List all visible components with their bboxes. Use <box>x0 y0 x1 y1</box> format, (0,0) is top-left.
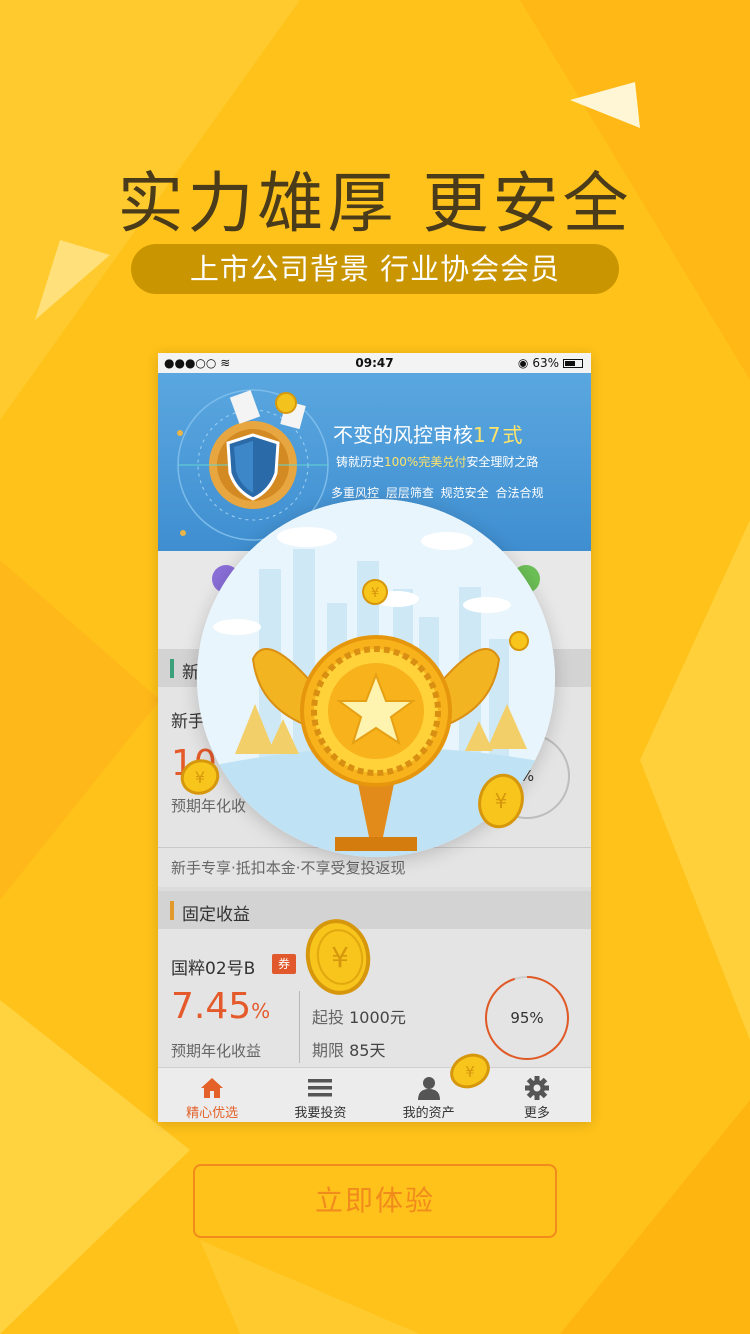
term: 期限 85天 <box>312 1041 386 1060</box>
banner-subtitle: 铸就历史100%完美兑付安全理财之路 <box>336 455 539 469</box>
tab-bar: 精心优选 我要投资 我的资产 更多 <box>158 1067 591 1122</box>
min-invest: 起投 1000元 <box>312 1008 406 1027</box>
svg-text:¥: ¥ <box>495 789 508 813</box>
rate-label: 预期年化收益 <box>171 1042 262 1060</box>
status-right: ◉ 63% <box>518 356 583 370</box>
section-marker <box>170 659 174 678</box>
tab-invest[interactable]: 我要投资 <box>266 1068 374 1122</box>
tab-more[interactable]: 更多 <box>483 1068 591 1122</box>
lock-rotation-icon: ◉ <box>517 356 529 370</box>
coin-icon: ¥ <box>478 773 524 829</box>
battery-percent: 63% <box>532 356 559 370</box>
svg-text:¥: ¥ <box>371 586 379 601</box>
banner-title: 不变的风控审核17式 <box>333 423 525 447</box>
progress-ring: 95% <box>484 975 570 1061</box>
list-icon <box>308 1079 333 1097</box>
gear-icon <box>524 1076 549 1100</box>
svg-text:¥: ¥ <box>331 941 349 974</box>
coin-icon: ¥ <box>450 1053 490 1089</box>
fixed-product-card[interactable]: 国粹02号B 券 7.45% 预期年化收益 起投 1000元 期限 85天 95… <box>158 929 591 1067</box>
battery-icon <box>563 358 583 368</box>
divider <box>299 991 300 1063</box>
tab-featured[interactable]: 精心优选 <box>158 1068 266 1122</box>
rate-value: 7.45% <box>171 986 271 1027</box>
subheadline-pill: 上市公司背景 行业协会会员 <box>131 244 619 294</box>
svg-text:¥: ¥ <box>195 768 205 787</box>
coupon-badge: 券 <box>272 954 296 974</box>
headline: 实力雄厚 更安全 <box>117 165 633 242</box>
fixed-section-header: 固定收益 <box>158 891 591 929</box>
try-now-button[interactable]: 立即体验 <box>193 1164 557 1238</box>
progress-text: 95% <box>510 1009 544 1027</box>
status-bar: ●●●○○ ≋ 09:47 ◉ 63% <box>158 353 591 373</box>
coin-icon: ¥ <box>180 759 220 795</box>
section-marker <box>170 901 174 920</box>
home-icon <box>201 1078 224 1098</box>
product-description: 新手专享·抵扣本金·不享受复投返现 <box>171 859 406 877</box>
coin-icon: ¥ <box>305 919 371 995</box>
svg-text:¥: ¥ <box>465 1063 475 1081</box>
product-name: 国粹02号B <box>171 959 256 979</box>
user-icon <box>417 1077 440 1100</box>
